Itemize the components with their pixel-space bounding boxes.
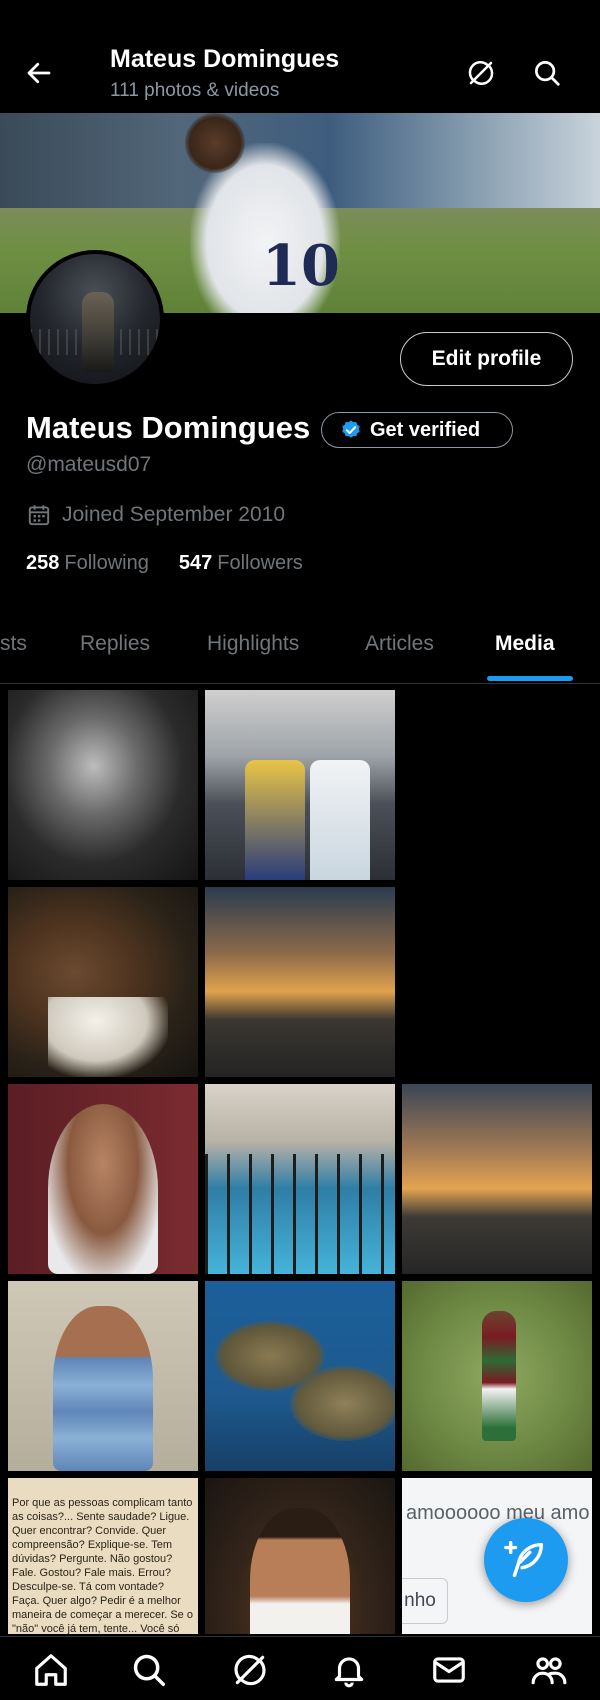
- grok-icon[interactable]: [466, 58, 496, 88]
- media-item[interactable]: [8, 1084, 198, 1274]
- media-item[interactable]: [205, 887, 395, 1077]
- get-verified-label: Get verified: [370, 418, 481, 441]
- banner-player-head: [185, 113, 245, 173]
- joined-date: Joined September 2010: [26, 501, 285, 529]
- media-item[interactable]: [402, 1281, 592, 1471]
- back-arrow-icon[interactable]: [24, 58, 54, 88]
- profile-name: Mateus Domingues: [26, 410, 311, 445]
- tab-highlights[interactable]: Highlights: [207, 632, 299, 656]
- following-count: 258: [26, 552, 60, 574]
- tab-posts[interactable]: sts: [0, 632, 27, 656]
- communities-icon[interactable]: [530, 1651, 568, 1689]
- avatar[interactable]: [26, 250, 164, 388]
- tab-media[interactable]: Media: [495, 632, 555, 656]
- screenshot-button: nho: [402, 1578, 448, 1624]
- media-item[interactable]: [8, 690, 198, 880]
- compose-feather-icon: [504, 1541, 544, 1578]
- media-item[interactable]: [205, 690, 395, 880]
- avatar-figure: [82, 292, 114, 372]
- media-item[interactable]: Por que as pessoas complicam tanto as co…: [8, 1478, 198, 1634]
- tab-articles[interactable]: Articles: [365, 632, 434, 656]
- top-bar: Mateus Domingues 111 photos & videos: [0, 0, 600, 113]
- follow-stats: 258 Following 547 Followers: [26, 552, 303, 575]
- followers-link[interactable]: 547 Followers: [179, 552, 303, 575]
- search-icon[interactable]: [532, 58, 562, 88]
- banner-jersey-number: 10: [262, 233, 340, 299]
- tab-replies[interactable]: Replies: [80, 632, 150, 656]
- media-item[interactable]: [8, 887, 198, 1077]
- bottom-nav: [0, 1636, 600, 1700]
- profile-tabs: sts Replies Highlights Articles Media: [0, 620, 600, 684]
- followers-label: Followers: [217, 552, 303, 574]
- following-link[interactable]: 258 Following: [26, 552, 149, 575]
- get-verified-button[interactable]: Get verified: [321, 412, 513, 448]
- following-label: Following: [64, 552, 149, 574]
- compose-button[interactable]: [484, 1518, 568, 1602]
- verified-badge-icon: [342, 420, 360, 438]
- followers-count: 547: [178, 552, 213, 574]
- header-subtitle: 111 photos & videos: [110, 80, 280, 101]
- media-item[interactable]: [205, 1084, 395, 1274]
- notifications-icon[interactable]: [330, 1651, 368, 1689]
- media-item[interactable]: [205, 1281, 395, 1471]
- home-icon[interactable]: [32, 1651, 70, 1689]
- header-title: Mateus Domingues: [110, 45, 340, 73]
- grok-icon[interactable]: [231, 1651, 269, 1689]
- media-item[interactable]: [402, 1084, 592, 1274]
- profile-handle: @mateusd07: [26, 453, 152, 476]
- tab-active-indicator: [487, 676, 573, 681]
- edit-profile-button[interactable]: Edit profile: [400, 332, 573, 386]
- search-icon[interactable]: [130, 1651, 168, 1689]
- text-post-content: Por que as pessoas complicam tanto as co…: [12, 1497, 193, 1634]
- media-item[interactable]: [8, 1281, 198, 1471]
- messages-icon[interactable]: [430, 1651, 468, 1689]
- screenshot-text: amoooooo meu amo: [406, 1502, 590, 1524]
- media-grid: Por que as pessoas complicam tanto as co…: [8, 690, 592, 1634]
- calendar-icon: [28, 505, 50, 526]
- media-item[interactable]: [205, 1478, 395, 1634]
- joined-label: Joined September 2010: [62, 503, 285, 526]
